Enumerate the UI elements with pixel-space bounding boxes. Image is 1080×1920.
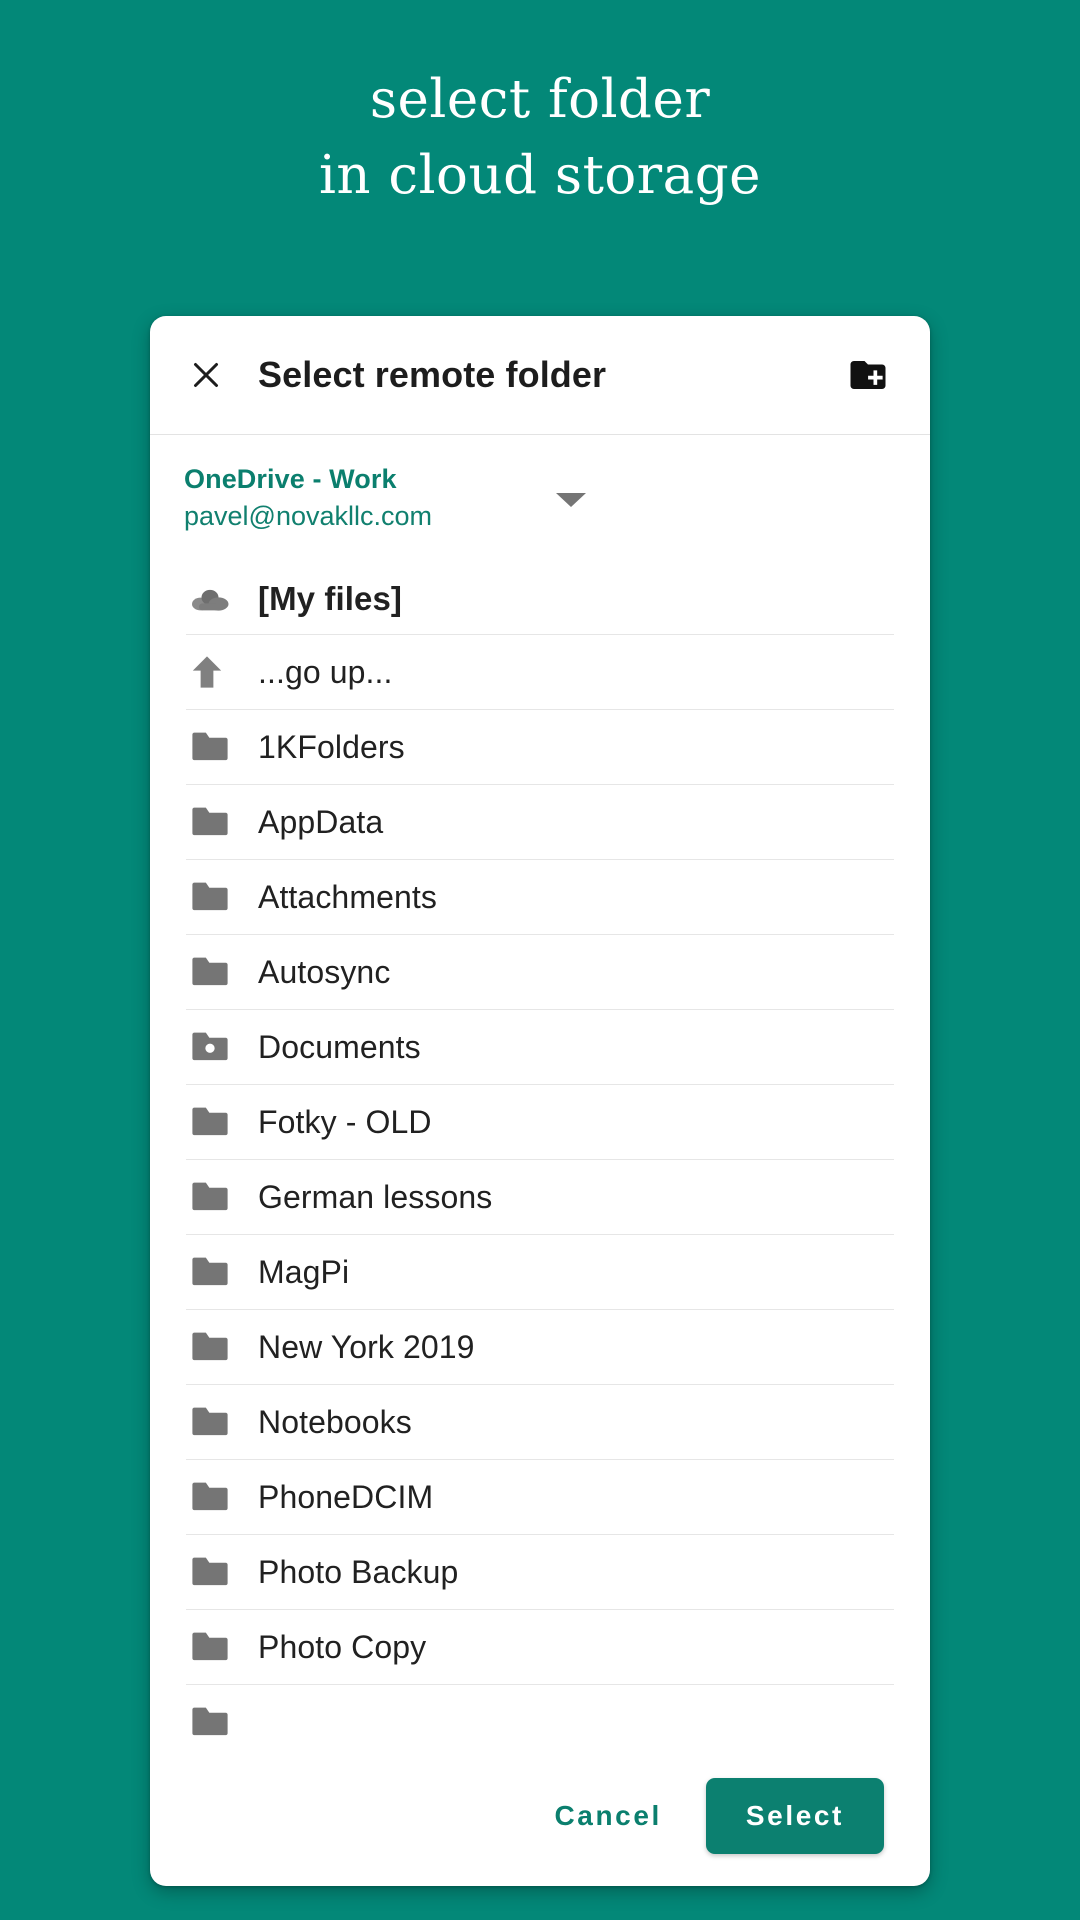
- select-remote-folder-dialog: Select remote folder OneDrive - Work pav…: [150, 316, 930, 1886]
- list-item-label: PhoneDCIM: [258, 1478, 434, 1515]
- list-item[interactable]: PhoneDCIM: [186, 1460, 894, 1535]
- list-item-label: Documents: [258, 1028, 421, 1065]
- folder-icon: [186, 1106, 258, 1138]
- list-item[interactable]: MagPi: [186, 1235, 894, 1310]
- promo-line-2: in cloud storage: [318, 145, 761, 206]
- list-item-label: ...go up...: [258, 653, 393, 690]
- create-new-folder-icon[interactable]: [840, 347, 896, 403]
- list-item[interactable]: New York 2019: [186, 1310, 894, 1385]
- list-item-label: AppData: [258, 803, 384, 840]
- page-title: Select remote folder: [258, 354, 607, 395]
- list-item-label: Photo Backup: [258, 1553, 459, 1590]
- folder-list-scroll-area[interactable]: [My files] ...go up... 1KFolders AppData…: [186, 563, 894, 1746]
- close-icon[interactable]: [178, 347, 234, 403]
- list-item-label: MagPi: [258, 1253, 350, 1290]
- arrow-up-icon: [186, 653, 258, 691]
- cloud-icon: [186, 584, 258, 614]
- list-item-label: 1KFolders: [258, 728, 405, 765]
- cancel-button[interactable]: Cancel: [536, 1784, 679, 1848]
- select-button[interactable]: Select: [705, 1778, 884, 1854]
- list-item-label: Photo Copy: [258, 1628, 427, 1665]
- promo-line-1: select folder: [369, 69, 711, 130]
- list-item[interactable]: Notebooks: [186, 1385, 894, 1460]
- folder-icon: [186, 1256, 258, 1288]
- folder-icon: [186, 1556, 258, 1588]
- list-item[interactable]: German lessons: [186, 1160, 894, 1235]
- list-item[interactable]: 1KFolders: [186, 710, 894, 785]
- list-item-label: Autosync: [258, 953, 391, 990]
- folder-shared-icon: [186, 1031, 258, 1063]
- folder-icon: [186, 1406, 258, 1438]
- dialog-footer: Cancel Select: [150, 1746, 930, 1886]
- folder-icon: [186, 806, 258, 838]
- dialog-header: Select remote folder: [150, 316, 930, 435]
- folder-icon: [186, 731, 258, 763]
- list-item-label: German lessons: [258, 1178, 493, 1215]
- folder-icon: [186, 1481, 258, 1513]
- list-item-label: Notebooks: [258, 1403, 412, 1440]
- folder-icon: [186, 1706, 258, 1738]
- list-item[interactable]: Documents: [186, 1010, 894, 1085]
- list-item-label: New York 2019: [258, 1328, 475, 1365]
- folder-icon: [186, 1631, 258, 1663]
- list-item-root[interactable]: [My files]: [186, 563, 894, 635]
- folder-icon: [186, 881, 258, 913]
- account-selector[interactable]: OneDrive - Work pavel@novakllc.com: [150, 435, 930, 563]
- list-item-go-up[interactable]: ...go up...: [186, 635, 894, 710]
- list-item-label: Attachments: [258, 878, 437, 915]
- account-name: OneDrive - Work: [184, 464, 397, 494]
- promo-headline: select folder in cloud storage: [0, 62, 1080, 214]
- list-item[interactable]: AppData: [186, 785, 894, 860]
- list-item-label: [My files]: [258, 579, 403, 617]
- list-item[interactable]: Photo Backup: [186, 1535, 894, 1610]
- folder-icon: [186, 1331, 258, 1363]
- list-item[interactable]: Attachments: [186, 860, 894, 935]
- folder-icon: [186, 1181, 258, 1213]
- list-item[interactable]: Photo Copy: [186, 1610, 894, 1685]
- list-item-label: Fotky - OLD: [258, 1103, 432, 1140]
- folder-icon: [186, 956, 258, 988]
- folder-list: [My files] ...go up... 1KFolders AppData…: [186, 563, 894, 1746]
- chevron-down-icon[interactable]: [556, 493, 586, 507]
- list-item[interactable]: Autosync: [186, 935, 894, 1010]
- list-item[interactable]: [186, 1685, 894, 1746]
- list-item[interactable]: Fotky - OLD: [186, 1085, 894, 1160]
